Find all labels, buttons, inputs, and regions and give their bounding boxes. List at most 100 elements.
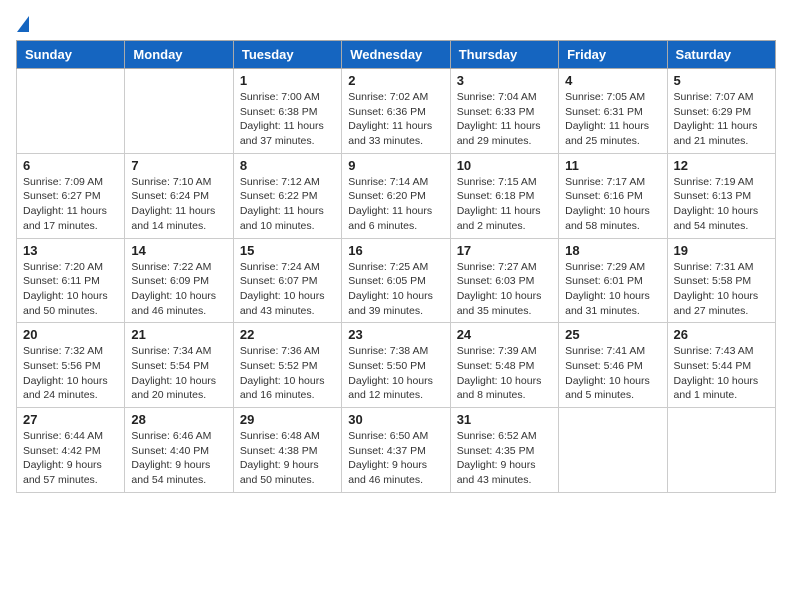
day-number: 10 — [457, 158, 552, 173]
header-sunday: Sunday — [17, 41, 125, 69]
day-number: 4 — [565, 73, 660, 88]
header-saturday: Saturday — [667, 41, 775, 69]
table-row: 29 Sunrise: 6:48 AM Sunset: 4:38 PM Dayli… — [233, 408, 341, 493]
day-info: Sunrise: 7:38 AM Sunset: 5:50 PM Dayligh… — [348, 344, 443, 403]
table-row: 19 Sunrise: 7:31 AM Sunset: 5:58 PM Dayli… — [667, 238, 775, 323]
day-info: Sunrise: 7:32 AM Sunset: 5:56 PM Dayligh… — [23, 344, 118, 403]
day-number: 15 — [240, 243, 335, 258]
table-row: 30Sunrise: 6:50 AM Sunset: 4:37 PM Dayli… — [342, 408, 450, 493]
table-row: 23Sunrise: 7:38 AM Sunset: 5:50 PM Dayli… — [342, 323, 450, 408]
day-info: Sunrise: 7:36 AM Sunset: 5:52 PM Dayligh… — [240, 344, 335, 403]
calendar-week-row: 1 Sunrise: 7:00 AM Sunset: 6:38 PM Daylig… — [17, 69, 776, 154]
day-number: 1 — [240, 73, 335, 88]
day-number: 12 — [674, 158, 769, 173]
day-number: 3 — [457, 73, 552, 88]
table-row: 16 Sunrise: 7:25 AM Sunset: 6:05 PM Dayli… — [342, 238, 450, 323]
day-info: Sunrise: 7:25 AM Sunset: 6:05 PM Dayligh… — [348, 260, 443, 319]
day-number: 26 — [674, 327, 769, 342]
day-info: Sunrise: 7:12 AM Sunset: 6:22 PM Dayligh… — [240, 175, 335, 234]
table-row: 3 Sunrise: 7:04 AM Sunset: 6:33 PM Daylig… — [450, 69, 558, 154]
table-row: 20 Sunrise: 7:32 AM Sunset: 5:56 PM Dayli… — [17, 323, 125, 408]
day-number: 13 — [23, 243, 118, 258]
day-number: 19 — [674, 243, 769, 258]
day-info: Sunrise: 7:00 AM Sunset: 6:38 PM Dayligh… — [240, 90, 335, 149]
day-info: Sunrise: 7:29 AM Sunset: 6:01 PM Dayligh… — [565, 260, 660, 319]
table-row: 2Sunrise: 7:02 AM Sunset: 6:36 PM Daylig… — [342, 69, 450, 154]
day-info: Sunrise: 7:24 AM Sunset: 6:07 PM Dayligh… — [240, 260, 335, 319]
day-number: 31 — [457, 412, 552, 427]
day-info: Sunrise: 7:31 AM Sunset: 5:58 PM Dayligh… — [674, 260, 769, 319]
calendar: Sunday Monday Tuesday Wednesday Thursday… — [16, 40, 776, 493]
day-number: 20 — [23, 327, 118, 342]
day-info: Sunrise: 6:46 AM Sunset: 4:40 PM Dayligh… — [131, 429, 226, 488]
day-number: 7 — [131, 158, 226, 173]
header-monday: Monday — [125, 41, 233, 69]
day-number: 28 — [131, 412, 226, 427]
table-row: 15 Sunrise: 7:24 AM Sunset: 6:07 PM Dayli… — [233, 238, 341, 323]
day-number: 9 — [348, 158, 443, 173]
day-number: 18 — [565, 243, 660, 258]
table-row: 21Sunrise: 7:34 AM Sunset: 5:54 PM Dayli… — [125, 323, 233, 408]
table-row: 6 Sunrise: 7:09 AM Sunset: 6:27 PM Daylig… — [17, 153, 125, 238]
header-wednesday: Wednesday — [342, 41, 450, 69]
day-number: 2 — [348, 73, 443, 88]
header — [16, 16, 776, 32]
table-row: 11 Sunrise: 7:17 AM Sunset: 6:16 PM Dayli… — [559, 153, 667, 238]
day-info: Sunrise: 7:20 AM Sunset: 6:11 PM Dayligh… — [23, 260, 118, 319]
day-number: 8 — [240, 158, 335, 173]
table-row: 4 Sunrise: 7:05 AM Sunset: 6:31 PM Daylig… — [559, 69, 667, 154]
table-row: 12Sunrise: 7:19 AM Sunset: 6:13 PM Dayli… — [667, 153, 775, 238]
day-number: 6 — [23, 158, 118, 173]
day-info: Sunrise: 7:22 AM Sunset: 6:09 PM Dayligh… — [131, 260, 226, 319]
table-row: 5 Sunrise: 7:07 AM Sunset: 6:29 PM Daylig… — [667, 69, 775, 154]
day-number: 5 — [674, 73, 769, 88]
day-number: 27 — [23, 412, 118, 427]
day-number: 11 — [565, 158, 660, 173]
day-info: Sunrise: 7:39 AM Sunset: 5:48 PM Dayligh… — [457, 344, 552, 403]
table-row: 31 Sunrise: 6:52 AM Sunset: 4:35 PM Dayli… — [450, 408, 558, 493]
header-friday: Friday — [559, 41, 667, 69]
day-number: 21 — [131, 327, 226, 342]
day-info: Sunrise: 6:52 AM Sunset: 4:35 PM Dayligh… — [457, 429, 552, 488]
calendar-week-row: 6 Sunrise: 7:09 AM Sunset: 6:27 PM Daylig… — [17, 153, 776, 238]
table-row: 25 Sunrise: 7:41 AM Sunset: 5:46 PM Dayli… — [559, 323, 667, 408]
table-row: 17 Sunrise: 7:27 AM Sunset: 6:03 PM Dayli… — [450, 238, 558, 323]
table-row: 14 Sunrise: 7:22 AM Sunset: 6:09 PM Dayli… — [125, 238, 233, 323]
table-row: 28 Sunrise: 6:46 AM Sunset: 4:40 PM Dayli… — [125, 408, 233, 493]
header-tuesday: Tuesday — [233, 41, 341, 69]
table-row: 1 Sunrise: 7:00 AM Sunset: 6:38 PM Daylig… — [233, 69, 341, 154]
table-row: 18 Sunrise: 7:29 AM Sunset: 6:01 PM Dayli… — [559, 238, 667, 323]
table-row: 27 Sunrise: 6:44 AM Sunset: 4:42 PM Dayli… — [17, 408, 125, 493]
calendar-week-row: 27 Sunrise: 6:44 AM Sunset: 4:42 PM Dayli… — [17, 408, 776, 493]
day-info: Sunrise: 7:09 AM Sunset: 6:27 PM Dayligh… — [23, 175, 118, 234]
table-row: 8 Sunrise: 7:12 AM Sunset: 6:22 PM Daylig… — [233, 153, 341, 238]
day-number: 25 — [565, 327, 660, 342]
table-row: 10Sunrise: 7:15 AM Sunset: 6:18 PM Dayli… — [450, 153, 558, 238]
day-number: 29 — [240, 412, 335, 427]
day-info: Sunrise: 6:48 AM Sunset: 4:38 PM Dayligh… — [240, 429, 335, 488]
calendar-header-row: Sunday Monday Tuesday Wednesday Thursday… — [17, 41, 776, 69]
table-row: 13 Sunrise: 7:20 AM Sunset: 6:11 PM Dayli… — [17, 238, 125, 323]
day-info: Sunrise: 7:43 AM Sunset: 5:44 PM Dayligh… — [674, 344, 769, 403]
day-number: 30 — [348, 412, 443, 427]
day-info: Sunrise: 6:44 AM Sunset: 4:42 PM Dayligh… — [23, 429, 118, 488]
day-number: 17 — [457, 243, 552, 258]
day-info: Sunrise: 7:17 AM Sunset: 6:16 PM Dayligh… — [565, 175, 660, 234]
day-info: Sunrise: 7:10 AM Sunset: 6:24 PM Dayligh… — [131, 175, 226, 234]
table-row: 22 Sunrise: 7:36 AM Sunset: 5:52 PM Dayli… — [233, 323, 341, 408]
day-number: 24 — [457, 327, 552, 342]
header-thursday: Thursday — [450, 41, 558, 69]
day-number: 22 — [240, 327, 335, 342]
day-info: Sunrise: 7:14 AM Sunset: 6:20 PM Dayligh… — [348, 175, 443, 234]
table-row: 26 Sunrise: 7:43 AM Sunset: 5:44 PM Dayli… — [667, 323, 775, 408]
day-info: Sunrise: 7:04 AM Sunset: 6:33 PM Dayligh… — [457, 90, 552, 149]
table-row — [667, 408, 775, 493]
day-info: Sunrise: 7:41 AM Sunset: 5:46 PM Dayligh… — [565, 344, 660, 403]
day-number: 16 — [348, 243, 443, 258]
day-number: 14 — [131, 243, 226, 258]
day-info: Sunrise: 7:27 AM Sunset: 6:03 PM Dayligh… — [457, 260, 552, 319]
day-info: Sunrise: 7:05 AM Sunset: 6:31 PM Dayligh… — [565, 90, 660, 149]
day-info: Sunrise: 7:07 AM Sunset: 6:29 PM Dayligh… — [674, 90, 769, 149]
table-row: 7 Sunrise: 7:10 AM Sunset: 6:24 PM Daylig… — [125, 153, 233, 238]
table-row — [559, 408, 667, 493]
